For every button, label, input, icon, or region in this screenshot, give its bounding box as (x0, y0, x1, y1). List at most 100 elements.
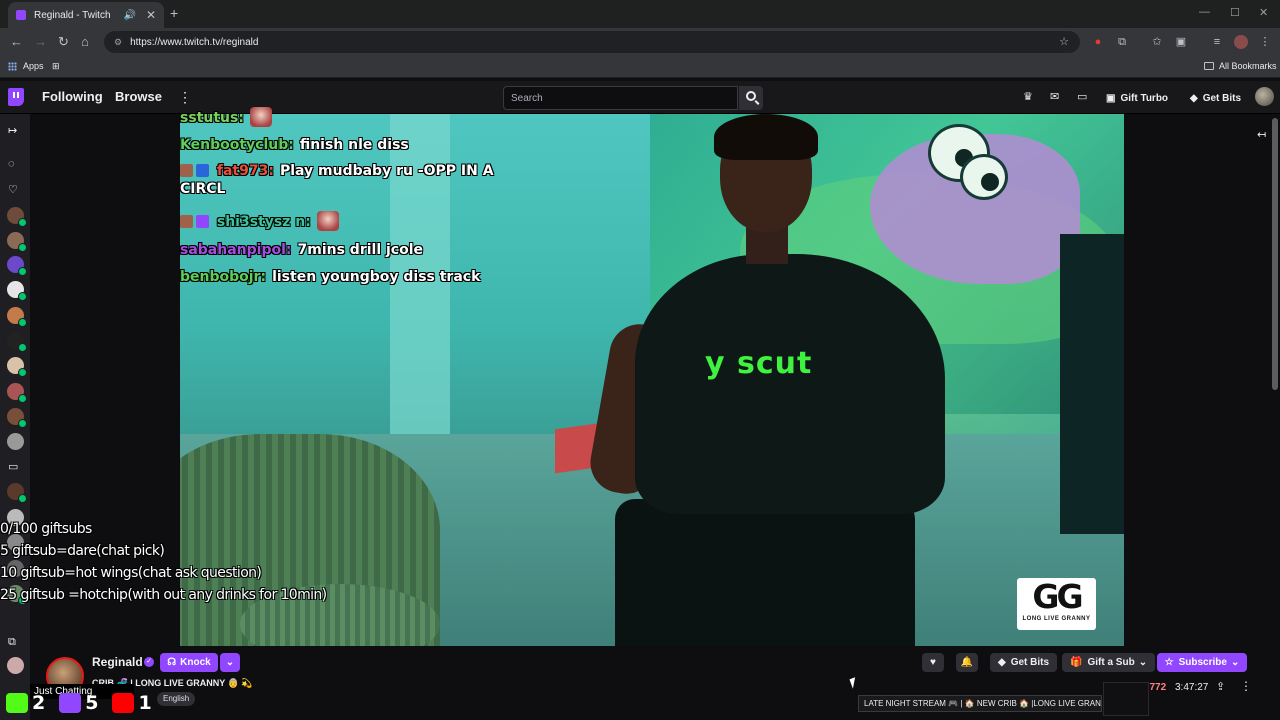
chevron-down-icon: ⌄ (1230, 657, 1240, 668)
twitch-logo-icon[interactable] (8, 88, 24, 106)
browser-toolbar: ← → ↻ ⌂ ⚙ https://www.twitch.tv/reginald… (0, 28, 1280, 56)
goal-line: 10 giftsub=hot wings(chat ask question) (0, 565, 262, 581)
sidebar-channel-avatar[interactable] (7, 256, 27, 276)
bookmark-apps[interactable]: Apps (8, 61, 44, 71)
home-icon[interactable]: ⌂ (81, 34, 89, 49)
chevron-down-icon: ⌄ (1138, 657, 1148, 668)
close-window-button[interactable]: ✕ (1259, 6, 1268, 19)
following-link[interactable]: Following (42, 89, 103, 104)
search-button[interactable] (739, 86, 763, 110)
sidebar-channel-avatar[interactable] (7, 307, 27, 327)
whispers-icon[interactable]: ▭ (1077, 90, 1087, 103)
tab-search-icon[interactable]: ▣ (1174, 35, 1188, 49)
twitch-viewer-count: 5 (59, 692, 98, 714)
knock-icon: ☊ (167, 657, 177, 668)
youtube-icon (112, 693, 135, 713)
knock-dropdown-button[interactable]: ⌄ (220, 653, 240, 672)
expand-sidebar-icon[interactable]: ↦ (8, 124, 17, 137)
sidebar-channel-avatar[interactable] (7, 408, 27, 428)
reload-icon[interactable]: ↻ (58, 34, 69, 50)
chat-username: sstutus: (180, 110, 244, 126)
video-dark-wall (1060, 234, 1124, 534)
user-avatar[interactable] (1255, 87, 1274, 106)
follow-heart-button[interactable]: ♥ (922, 653, 944, 672)
bookmark-star-icon[interactable]: ☆ (1057, 35, 1071, 49)
page-scrollbar-thumb[interactable] (1272, 118, 1278, 390)
sidebar-channel-avatar[interactable] (7, 383, 27, 403)
sidebar-channel-avatar[interactable] (7, 207, 27, 227)
extension-record-icon[interactable]: ● (1091, 35, 1105, 49)
bookmark-tab-groups[interactable]: ⊞ (52, 61, 60, 72)
copy-icon: ⧉ (8, 636, 16, 648)
site-info-icon[interactable]: ⚙ (114, 37, 122, 48)
sidebar-channel-avatar[interactable] (7, 332, 27, 352)
maximize-window-button[interactable]: ☐ (1230, 6, 1240, 19)
more-menu-icon[interactable]: ⋮ (178, 89, 192, 106)
share-icon[interactable]: ⇪ (1216, 680, 1225, 693)
video-mural-eye (960, 154, 1008, 200)
browse-link[interactable]: Browse (115, 89, 162, 104)
crown-badge-icon (196, 164, 209, 177)
close-tab-icon[interactable]: ✕ (146, 8, 156, 22)
followed-channels-sidebar: ↦ ◌ ♡ ▭ ⧉ (0, 114, 30, 720)
address-bar[interactable]: ⚙ https://www.twitch.tv/reginald (104, 31, 1080, 53)
knock-label: Knock (180, 657, 211, 668)
back-arrow-icon[interactable]: ← (10, 34, 23, 49)
notification-bell-button[interactable]: 🔔 (956, 653, 978, 672)
gift-turbo-button[interactable]: ▣ Gift Turbo (1106, 88, 1168, 108)
live-camera-icon: ▭ (8, 461, 19, 473)
kick-viewer-count: 2 (6, 692, 45, 714)
inbox-icon[interactable]: ✉ (1050, 90, 1059, 103)
subscriber-badge-icon (180, 164, 193, 177)
chat-username: Kenbootyclub: (180, 137, 294, 153)
knock-button[interactable]: ☊ Knock (160, 653, 218, 672)
sidebar-channel-avatar[interactable] (7, 433, 24, 450)
search-placeholder: Search (511, 92, 543, 104)
subscribe-button[interactable]: ☆ Subscribe ⌄ (1157, 653, 1247, 672)
live-indicator-icon (18, 292, 27, 301)
chat-text: listen youngboy diss track (272, 269, 481, 285)
youtube-viewer-count: 1 (112, 692, 152, 714)
browser-tab[interactable]: Reginald - Twitch 🔊 ✕ (8, 2, 164, 28)
live-indicator-icon (18, 243, 27, 252)
chat-text: finish nle diss (299, 137, 409, 153)
sidebar-channel-avatar[interactable] (7, 232, 27, 252)
sidebar-channel-avatar[interactable] (7, 357, 27, 377)
sidebar-channel-avatar[interactable] (7, 281, 27, 301)
tab-title: Reginald - Twitch (34, 9, 111, 21)
subscriber-badge-icon (180, 215, 193, 228)
get-bits-nav-button[interactable]: ◆ Get Bits (1190, 88, 1241, 108)
forward-arrow-icon[interactable]: → (34, 34, 47, 49)
channel-name[interactable]: Reginald (92, 655, 143, 669)
expand-chat-icon[interactable]: ↤ (1257, 128, 1266, 141)
bits-icon: ◆ (998, 657, 1006, 668)
minimize-window-button[interactable]: — (1199, 6, 1210, 18)
goal-line: 0/100 giftsubs (0, 521, 92, 537)
get-bits-label: Get Bits (1010, 657, 1050, 668)
new-tab-button[interactable]: + (170, 5, 178, 21)
profile-avatar-icon[interactable] (1234, 35, 1248, 49)
more-options-icon[interactable]: ⋮ (1240, 679, 1252, 693)
bits-icon: ◆ (1190, 92, 1198, 104)
gift-a-sub-button[interactable]: 🎁 Gift a Sub ⌄ (1062, 653, 1156, 672)
live-indicator-icon (18, 419, 27, 428)
browser-menu-icon[interactable]: ⋮ (1258, 35, 1272, 49)
extensions-puzzle-icon[interactable]: ⧉ (1115, 35, 1129, 49)
sidebar-channel-avatar[interactable] (7, 657, 24, 674)
speaker-icon[interactable]: 🔊 (123, 10, 135, 21)
search-input[interactable]: Search (503, 86, 738, 110)
folder-icon (1204, 62, 1214, 70)
chevron-down-icon: ⌄ (225, 657, 235, 668)
recommended-icon[interactable]: ◌ (8, 158, 15, 170)
long-live-granny-logo: GG LONG LIVE GRANNY (1017, 578, 1096, 630)
stream-uptime: 3:47:27 (1175, 682, 1209, 693)
media-control-icon[interactable]: ≡ (1210, 35, 1224, 49)
sidebar-channel-avatar[interactable] (7, 483, 27, 503)
crown-icon[interactable]: ♛ (1023, 90, 1033, 103)
get-bits-button[interactable]: ◆ Get Bits (990, 653, 1058, 672)
bookmarks-star-icon[interactable]: ✩ (1150, 35, 1164, 49)
chat-username: shi3stysz n: (216, 214, 311, 230)
url-text: https://www.twitch.tv/reginald (130, 36, 259, 48)
turbo-icon: ▣ (1106, 92, 1116, 104)
all-bookmarks-button[interactable]: All Bookmarks (1204, 61, 1277, 71)
